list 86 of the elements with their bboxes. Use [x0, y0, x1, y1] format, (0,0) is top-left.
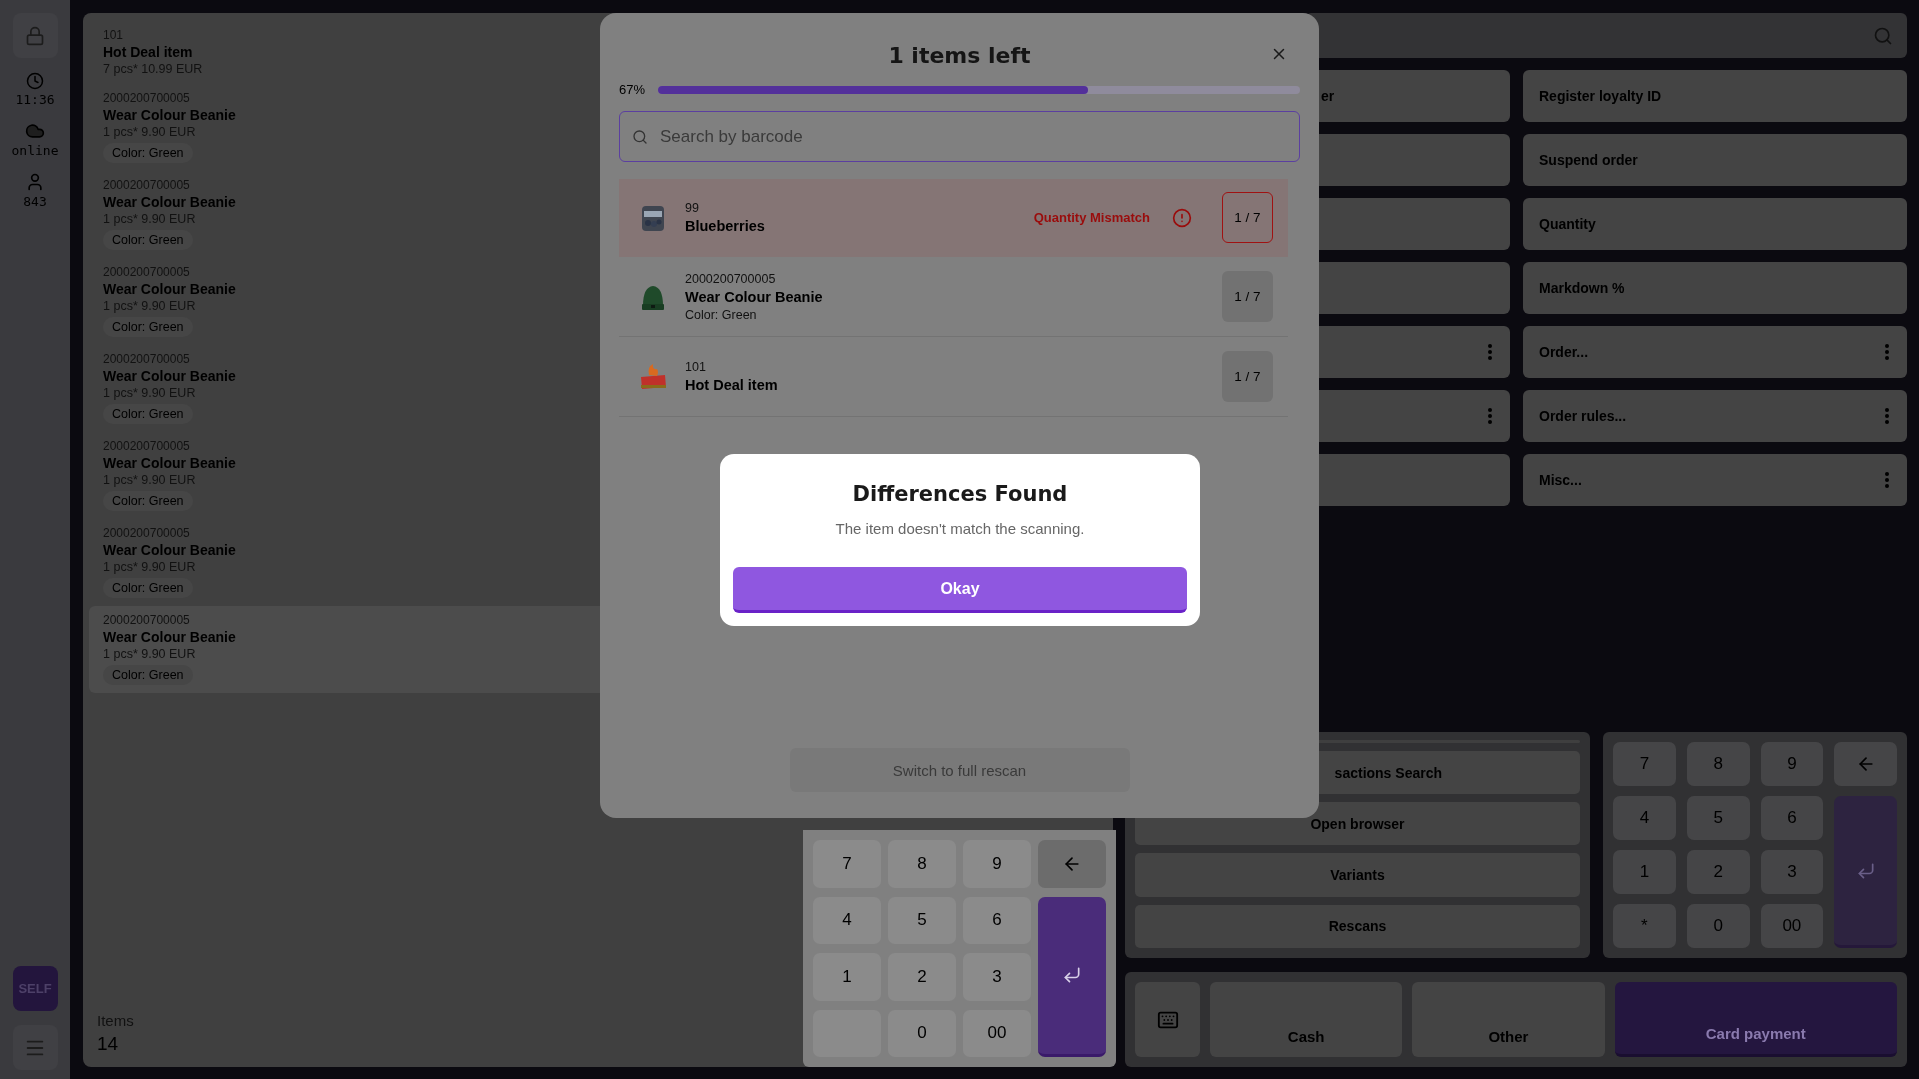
numpad-key[interactable]: 8 — [888, 840, 956, 888]
payment-button[interactable]: Card payment — [1614, 982, 1897, 1057]
numpad-key[interactable]: 00 — [963, 1009, 1031, 1057]
function-button[interactable]: Variants — [1135, 853, 1580, 897]
connection-status: online — [11, 143, 59, 158]
numpad-key[interactable]: 2 — [888, 953, 956, 1001]
item-code: 99 — [685, 201, 699, 215]
item-code: 2000200700005 — [685, 271, 776, 286]
numpad-key[interactable]: 1 — [1613, 850, 1676, 894]
lock-button[interactable] — [12, 13, 58, 58]
variant-tag: Color: Green — [103, 230, 193, 250]
item-variant: Color: Green — [685, 307, 757, 322]
search-icon — [632, 128, 648, 145]
mismatch-status: Quantity Mismatch — [1033, 210, 1150, 225]
numpad-key[interactable]: 7 — [1613, 742, 1676, 786]
item-name: Wear Colour Beanie — [103, 629, 236, 645]
item-name: Wear Colour Beanie — [103, 542, 236, 558]
item-name: Hot Deal item — [685, 377, 778, 393]
payment-button[interactable]: Cash — [1210, 982, 1403, 1057]
item-name: Wear Colour Beanie — [103, 455, 236, 471]
item-name: Wear Colour Beanie — [103, 194, 236, 210]
cloud-icon — [25, 121, 45, 141]
numpad-key[interactable]: 9 — [1760, 742, 1824, 786]
numpad-key[interactable]: 1 — [813, 953, 881, 1001]
item-code: 2000200700005 — [103, 613, 190, 627]
variant-tag: Color: Green — [103, 665, 193, 685]
item-price: 1 pcs* 9.90 EUR — [103, 647, 196, 661]
payment-button[interactable]: Other — [1412, 982, 1605, 1057]
modal-title: 1 items left — [888, 43, 1031, 68]
search-icon — [1873, 25, 1893, 46]
keyboard-button[interactable] — [1135, 982, 1200, 1057]
warning-icon — [1172, 207, 1192, 228]
numpad-key[interactable]: 4 — [1613, 796, 1676, 840]
dialog-message: The item doesn't match the scanning. — [835, 520, 1085, 537]
action-button[interactable]: Suspend order — [1523, 134, 1907, 186]
numpad-key[interactable]: 3 — [963, 953, 1031, 1001]
numpad-key[interactable]: 00 — [1760, 904, 1824, 948]
numpad-key[interactable]: 6 — [963, 896, 1031, 944]
items-count: 14 — [97, 1033, 120, 1055]
barcode-search-field[interactable]: Search by barcode — [619, 111, 1300, 162]
action-button[interactable]: Markdown % — [1523, 262, 1907, 314]
item-name: Hot Deal item — [103, 44, 193, 60]
count-button[interactable]: 1 / 7 — [1222, 192, 1273, 243]
okay-button[interactable]: Okay — [733, 567, 1187, 613]
item-name: Blueberries — [685, 218, 765, 234]
numpad-key[interactable]: 0 — [888, 1009, 956, 1057]
backspace-key[interactable] — [1834, 742, 1897, 786]
lock-icon — [25, 25, 45, 46]
action-button[interactable]: Order... — [1523, 326, 1907, 378]
action-button[interactable]: Register loyalty ID — [1523, 70, 1907, 122]
numpad-key[interactable]: 5 — [888, 896, 956, 944]
numpad-key[interactable]: 4 — [813, 896, 881, 944]
numpad-key[interactable]: 5 — [1686, 796, 1750, 840]
user-count: 843 — [23, 194, 47, 209]
numpad-key[interactable]: 9 — [963, 840, 1031, 888]
numpad-key[interactable]: 0 — [1686, 904, 1750, 948]
variant-tag: Color: Green — [103, 317, 193, 337]
variant-tag: Color: Green — [103, 143, 193, 163]
variant-tag: Color: Green — [103, 578, 193, 598]
search-input[interactable]: Search by barcode — [658, 125, 1287, 148]
menu-button[interactable] — [12, 1025, 58, 1070]
clock-icon — [26, 72, 44, 90]
action-button[interactable]: Misc... — [1523, 454, 1907, 506]
variant-tag: Color: Green — [103, 404, 193, 424]
numpad-key[interactable]: 6 — [1760, 796, 1824, 840]
item-name: Wear Colour Beanie — [103, 281, 236, 297]
user-icon — [25, 172, 45, 192]
numpad-key[interactable]: 7 — [813, 840, 881, 888]
action-button[interactable]: Quantity — [1523, 198, 1907, 250]
dialog-title: Differences Found — [852, 482, 1068, 506]
count-button[interactable]: 1 / 7 — [1222, 271, 1273, 322]
function-button[interactable]: Rescans — [1135, 904, 1580, 948]
count-button[interactable]: 1 / 7 — [1222, 351, 1273, 402]
item-code: 101 — [685, 360, 706, 374]
item-name: Wear Colour Beanie — [103, 107, 236, 123]
numpad-key[interactable]: 2 — [1686, 850, 1750, 894]
action-button[interactable]: Order rules... — [1523, 390, 1907, 442]
return-icon — [1062, 965, 1082, 986]
item-name: Wear Colour Beanie — [103, 368, 236, 384]
numpad-key[interactable]: * — [1613, 904, 1676, 948]
progress-percent: 67% — [619, 82, 646, 97]
numpad-key[interactable]: 8 — [1686, 742, 1750, 786]
item-name: Wear Colour Beanie — [685, 288, 823, 305]
numpad-key[interactable]: 3 — [1760, 850, 1824, 894]
clock-time: 11:36 — [15, 92, 55, 107]
variant-tag: Color: Green — [103, 491, 193, 511]
